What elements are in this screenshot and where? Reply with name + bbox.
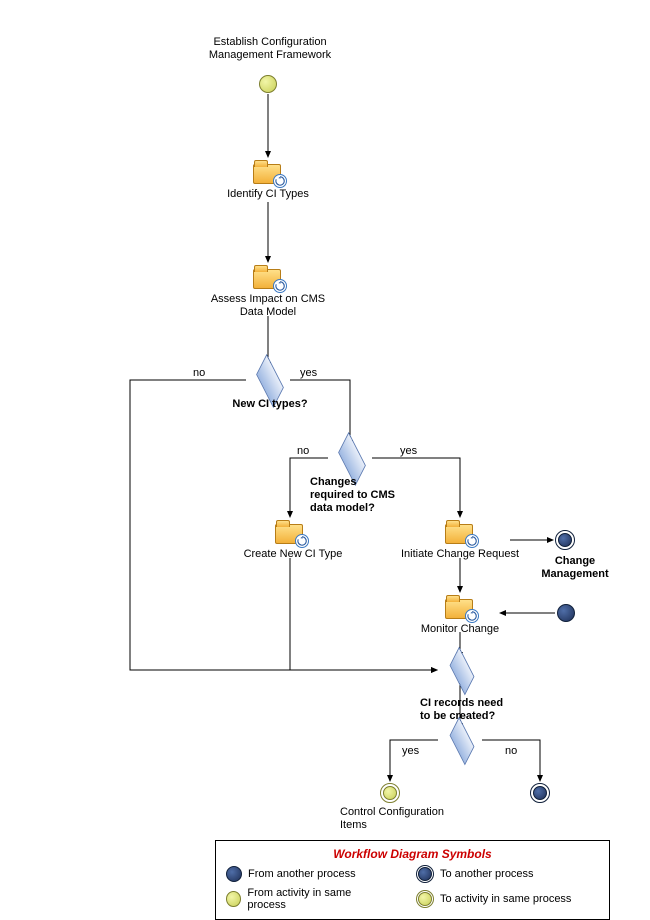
to-other-icon [416,865,434,883]
monitor-change-label: Monitor Change [420,623,500,636]
identify-ci-label: Identify CI Types [218,188,318,201]
control-ci-label: Control Configuration Items [340,806,450,832]
from-same-icon [226,891,241,907]
new-ci-label: New CI types? [225,398,315,411]
legend-row-1: From another process To another process [226,865,599,883]
end-to-other [530,783,550,803]
refresh-icon [273,279,287,293]
create-ci-label: Create New CI Type [238,548,348,561]
edge-yes-2: yes [400,445,417,457]
start-label: Establish Configuration Management Frame… [200,36,340,62]
edge-yes-3: yes [402,745,419,757]
edge-no-2: no [297,445,309,457]
activity-assess-impact [253,265,283,289]
flowchart-canvas: Establish Configuration Management Frame… [0,0,650,911]
init-change-label: Initiate Change Request [400,548,520,561]
refresh-icon [295,534,309,548]
activity-identify-ci [253,160,283,184]
changes-req-label: Changes required to CMS data model? [310,476,400,516]
merge-gateway [450,647,475,696]
legend-to-other: To another process [416,865,576,883]
legend-from-same-text: From activity in same process [247,887,386,911]
assess-impact-label: Assess Impact on CMS Data Model [203,293,333,319]
to-same-icon [416,890,434,908]
records-need-label: CI records need to be created? [420,697,515,723]
activity-init-change [445,520,475,544]
to-change-mgmt [555,530,575,550]
legend-title: Workflow Diagram Symbols [226,847,599,861]
edge-no-3: no [505,745,517,757]
activity-create-ci [275,520,305,544]
edge-yes-1: yes [300,367,317,379]
change-mgmt-label: Change Management [535,555,615,581]
legend-row-2: From activity in same process To activit… [226,887,599,911]
legend-to-same: To activity in same process [416,887,576,911]
refresh-icon [465,609,479,623]
legend-from-same: From activity in same process [226,887,386,911]
to-control-ci [380,783,400,803]
connectors [0,0,650,911]
from-other-icon [226,866,242,882]
legend-to-same-text: To activity in same process [440,893,571,905]
edge-no-1: no [193,367,205,379]
decision-records-need [450,717,475,766]
legend-to-other-text: To another process [440,868,534,880]
start-circle [259,75,277,93]
from-change-mgmt [557,604,575,622]
refresh-icon [465,534,479,548]
activity-monitor-change [445,595,475,619]
refresh-icon [273,174,287,188]
legend-from-other-text: From another process [248,868,356,880]
legend-box: Workflow Diagram Symbols From another pr… [215,840,610,920]
legend-from-other: From another process [226,865,386,883]
